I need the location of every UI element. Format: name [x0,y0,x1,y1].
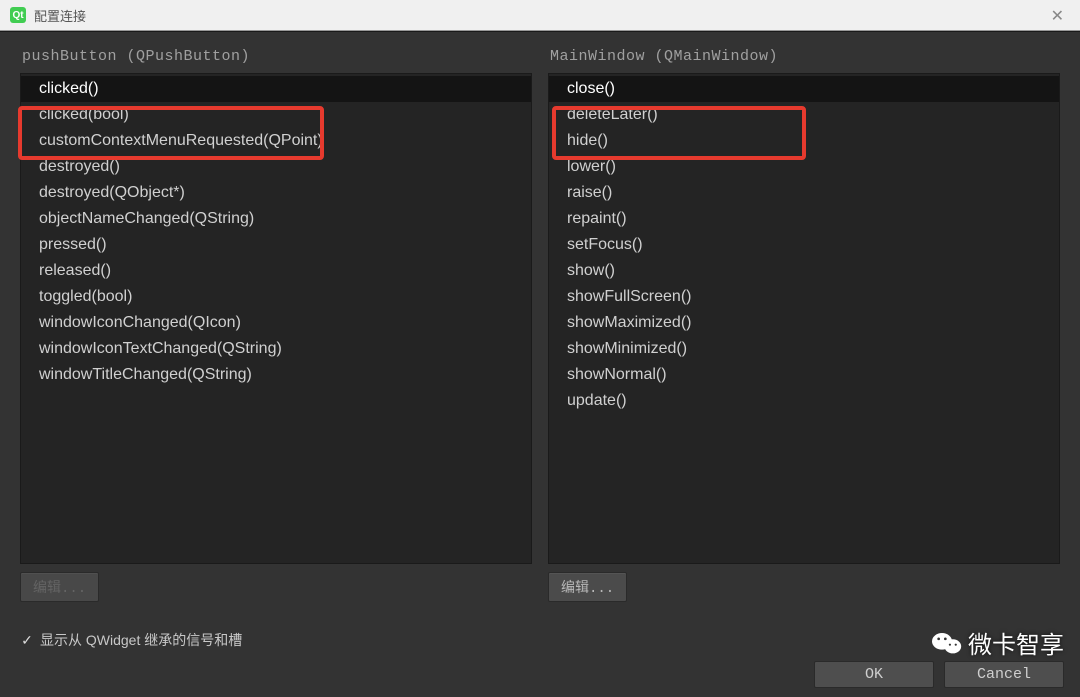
slots-panel: MainWindow (QMainWindow) close()deleteLa… [548,42,1060,602]
slots-header: MainWindow (QMainWindow) [548,42,1060,73]
slots-list[interactable]: close()deleteLater()hide()lower()raise()… [548,73,1060,564]
list-item[interactable]: showMaximized() [549,310,1059,336]
list-item[interactable]: clicked(bool) [21,102,531,128]
check-icon: ✓ [20,633,34,647]
list-item[interactable]: destroyed(QObject*) [21,180,531,206]
list-item[interactable]: showMinimized() [549,336,1059,362]
list-item[interactable]: showFullScreen() [549,284,1059,310]
dialog-content: pushButton (QPushButton) clicked()clicke… [0,31,1080,697]
edit-signals-button[interactable]: 编辑... [20,572,99,602]
list-item[interactable]: pressed() [21,232,531,258]
show-inherited-checkbox[interactable]: ✓ 显示从 QWidget 继承的信号和槽 [20,630,242,650]
list-item[interactable]: customContextMenuRequested(QPoint) [21,128,531,154]
list-item[interactable]: clicked() [21,76,531,102]
cancel-button[interactable]: Cancel [944,661,1064,688]
window-title: 配置连接 [34,6,86,25]
list-item[interactable]: windowTitleChanged(QString) [21,362,531,388]
list-item[interactable]: lower() [549,154,1059,180]
list-item[interactable]: setFocus() [549,232,1059,258]
list-item[interactable]: deleteLater() [549,102,1059,128]
list-item[interactable]: update() [549,388,1059,414]
list-item[interactable]: close() [549,76,1059,102]
list-item[interactable]: hide() [549,128,1059,154]
list-item[interactable]: raise() [549,180,1059,206]
qt-logo-icon: Qt [10,7,26,23]
list-item[interactable]: repaint() [549,206,1059,232]
signals-header: pushButton (QPushButton) [20,42,532,73]
checkbox-label: 显示从 QWidget 继承的信号和槽 [40,630,242,650]
list-item[interactable]: toggled(bool) [21,284,531,310]
list-item[interactable]: show() [549,258,1059,284]
signals-list[interactable]: clicked()clicked(bool)customContextMenuR… [20,73,532,564]
ok-button[interactable]: OK [814,661,934,688]
list-item[interactable]: windowIconTextChanged(QString) [21,336,531,362]
list-item[interactable]: objectNameChanged(QString) [21,206,531,232]
list-item[interactable]: showNormal() [549,362,1059,388]
close-icon[interactable]: ✕ [1045,4,1070,28]
list-item[interactable]: windowIconChanged(QIcon) [21,310,531,336]
list-item[interactable]: destroyed() [21,154,531,180]
list-item[interactable]: released() [21,258,531,284]
bottom-bar: ✓ 显示从 QWidget 继承的信号和槽 OK Cancel [0,618,1080,697]
signals-panel: pushButton (QPushButton) clicked()clicke… [20,42,532,602]
edit-slots-button[interactable]: 编辑... [548,572,627,602]
title-bar: Qt 配置连接 ✕ [0,0,1080,31]
